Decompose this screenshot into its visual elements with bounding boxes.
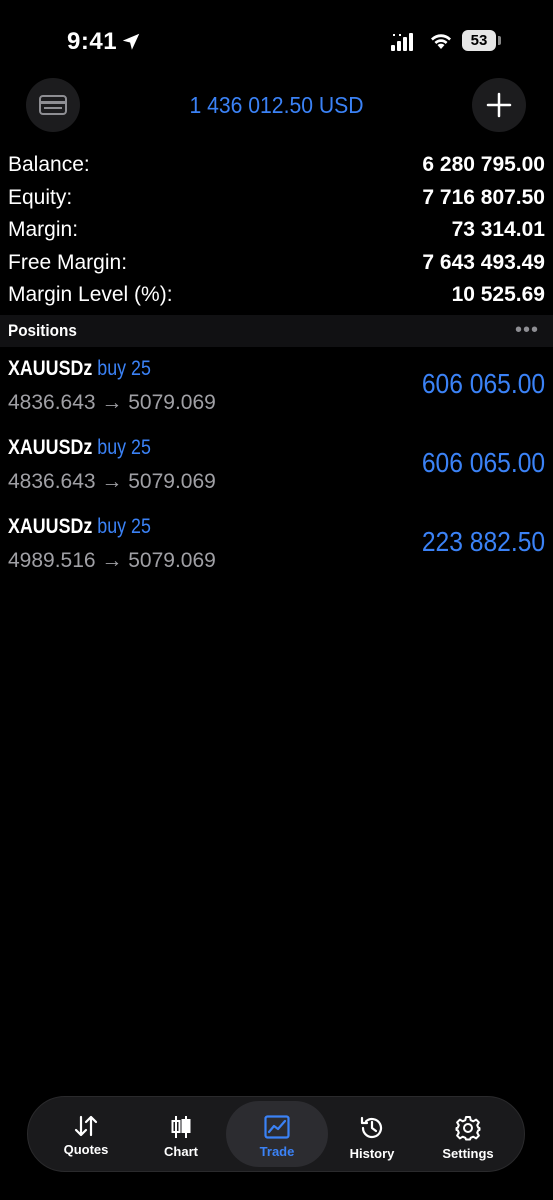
tab-label: Trade	[259, 1144, 295, 1159]
summary-label: Margin:	[8, 218, 79, 241]
tab-label: Settings	[442, 1146, 494, 1161]
position-type: buy 25	[97, 357, 151, 380]
plus-icon	[486, 92, 512, 118]
position-symbol: XAUUSDz	[8, 515, 93, 538]
summary-label: Equity:	[8, 185, 73, 209]
summary-row-equity: Equity: 7 716 807.50	[0, 183, 553, 216]
positions-list: XAUUSDz buy 25 4836.643 → 5079.069 606 0…	[0, 352, 553, 589]
summary-row-balance: Balance: 6 280 795.00	[0, 150, 553, 183]
position-profit: 606 065.00	[421, 368, 545, 399]
position-profit: 606 065.00	[421, 447, 545, 478]
location-arrow-icon	[122, 33, 140, 50]
account-balance-title: 1 436 012.50 USD	[189, 92, 364, 118]
section-title: Positions	[8, 321, 77, 340]
header: 1 436 012.50 USD	[0, 78, 553, 132]
new-order-button[interactable]	[472, 78, 526, 132]
candlestick-icon	[171, 1116, 191, 1138]
position-type: buy 25	[97, 515, 151, 538]
tab-trade[interactable]: Trade	[226, 1101, 328, 1167]
account-summary: Balance: 6 280 795.00 Equity: 7 716 807.…	[0, 150, 553, 313]
position-prices: 4989.516 → 5079.069	[8, 549, 216, 572]
tab-history[interactable]: History	[322, 1101, 422, 1167]
summary-value: 7 643 493.49	[422, 250, 545, 274]
position-row[interactable]: XAUUSDz buy 25 4836.643 → 5079.069 606 0…	[0, 352, 553, 431]
position-row[interactable]: XAUUSDz buy 25 4989.516 → 5079.069 223 8…	[0, 510, 553, 589]
position-prices: 4836.643 → 5079.069	[8, 470, 216, 493]
gear-icon	[455, 1116, 481, 1141]
summary-value: 73 314.01	[451, 218, 545, 241]
cellular-signal-icon	[391, 33, 413, 51]
status-bar: 9:41 53	[0, 0, 553, 84]
more-options-icon[interactable]: •••	[515, 319, 539, 342]
position-profit: 223 882.50	[421, 526, 545, 557]
position-row[interactable]: XAUUSDz buy 25 4836.643 → 5079.069 606 0…	[0, 431, 553, 510]
position-title: XAUUSDz buy 25	[8, 357, 151, 381]
position-symbol: XAUUSDz	[8, 357, 93, 380]
position-title: XAUUSDz buy 25	[8, 436, 151, 460]
summary-row-free-margin: Free Margin: 7 643 493.49	[0, 248, 553, 281]
tab-quotes[interactable]: Quotes	[36, 1101, 136, 1167]
battery-cap	[498, 36, 501, 45]
trade-chart-icon	[264, 1115, 290, 1139]
summary-label: Free Margin:	[8, 250, 128, 274]
tab-label: History	[349, 1146, 395, 1161]
tab-chart[interactable]: Chart	[131, 1101, 231, 1167]
position-prices: 4836.643 → 5079.069	[8, 391, 216, 414]
position-type: buy 25	[97, 436, 151, 459]
tab-settings[interactable]: Settings	[418, 1101, 518, 1167]
summary-label: Balance:	[8, 153, 90, 176]
tab-label: Chart	[164, 1144, 198, 1159]
summary-value: 6 280 795.00	[422, 153, 545, 176]
position-title: XAUUSDz buy 25	[8, 515, 151, 539]
sort-arrows-icon	[74, 1115, 98, 1137]
position-symbol: XAUUSDz	[8, 436, 93, 459]
summary-value: 7 716 807.50	[422, 185, 545, 209]
positions-section-header: Positions •••	[0, 315, 553, 347]
status-time: 9:41	[67, 28, 118, 55]
summary-label: Margin Level (%):	[8, 283, 173, 306]
summary-row-margin-level: Margin Level (%): 10 525.69	[0, 280, 553, 313]
tab-label: Quotes	[63, 1142, 109, 1157]
summary-value: 10 525.69	[451, 283, 545, 306]
history-clock-icon	[360, 1116, 383, 1139]
wifi-icon	[431, 34, 451, 49]
summary-row-margin: Margin: 73 314.01	[0, 215, 553, 248]
bottom-tab-bar: Quotes Chart Trade History Settings	[27, 1096, 525, 1172]
battery-indicator: 53	[462, 30, 496, 51]
